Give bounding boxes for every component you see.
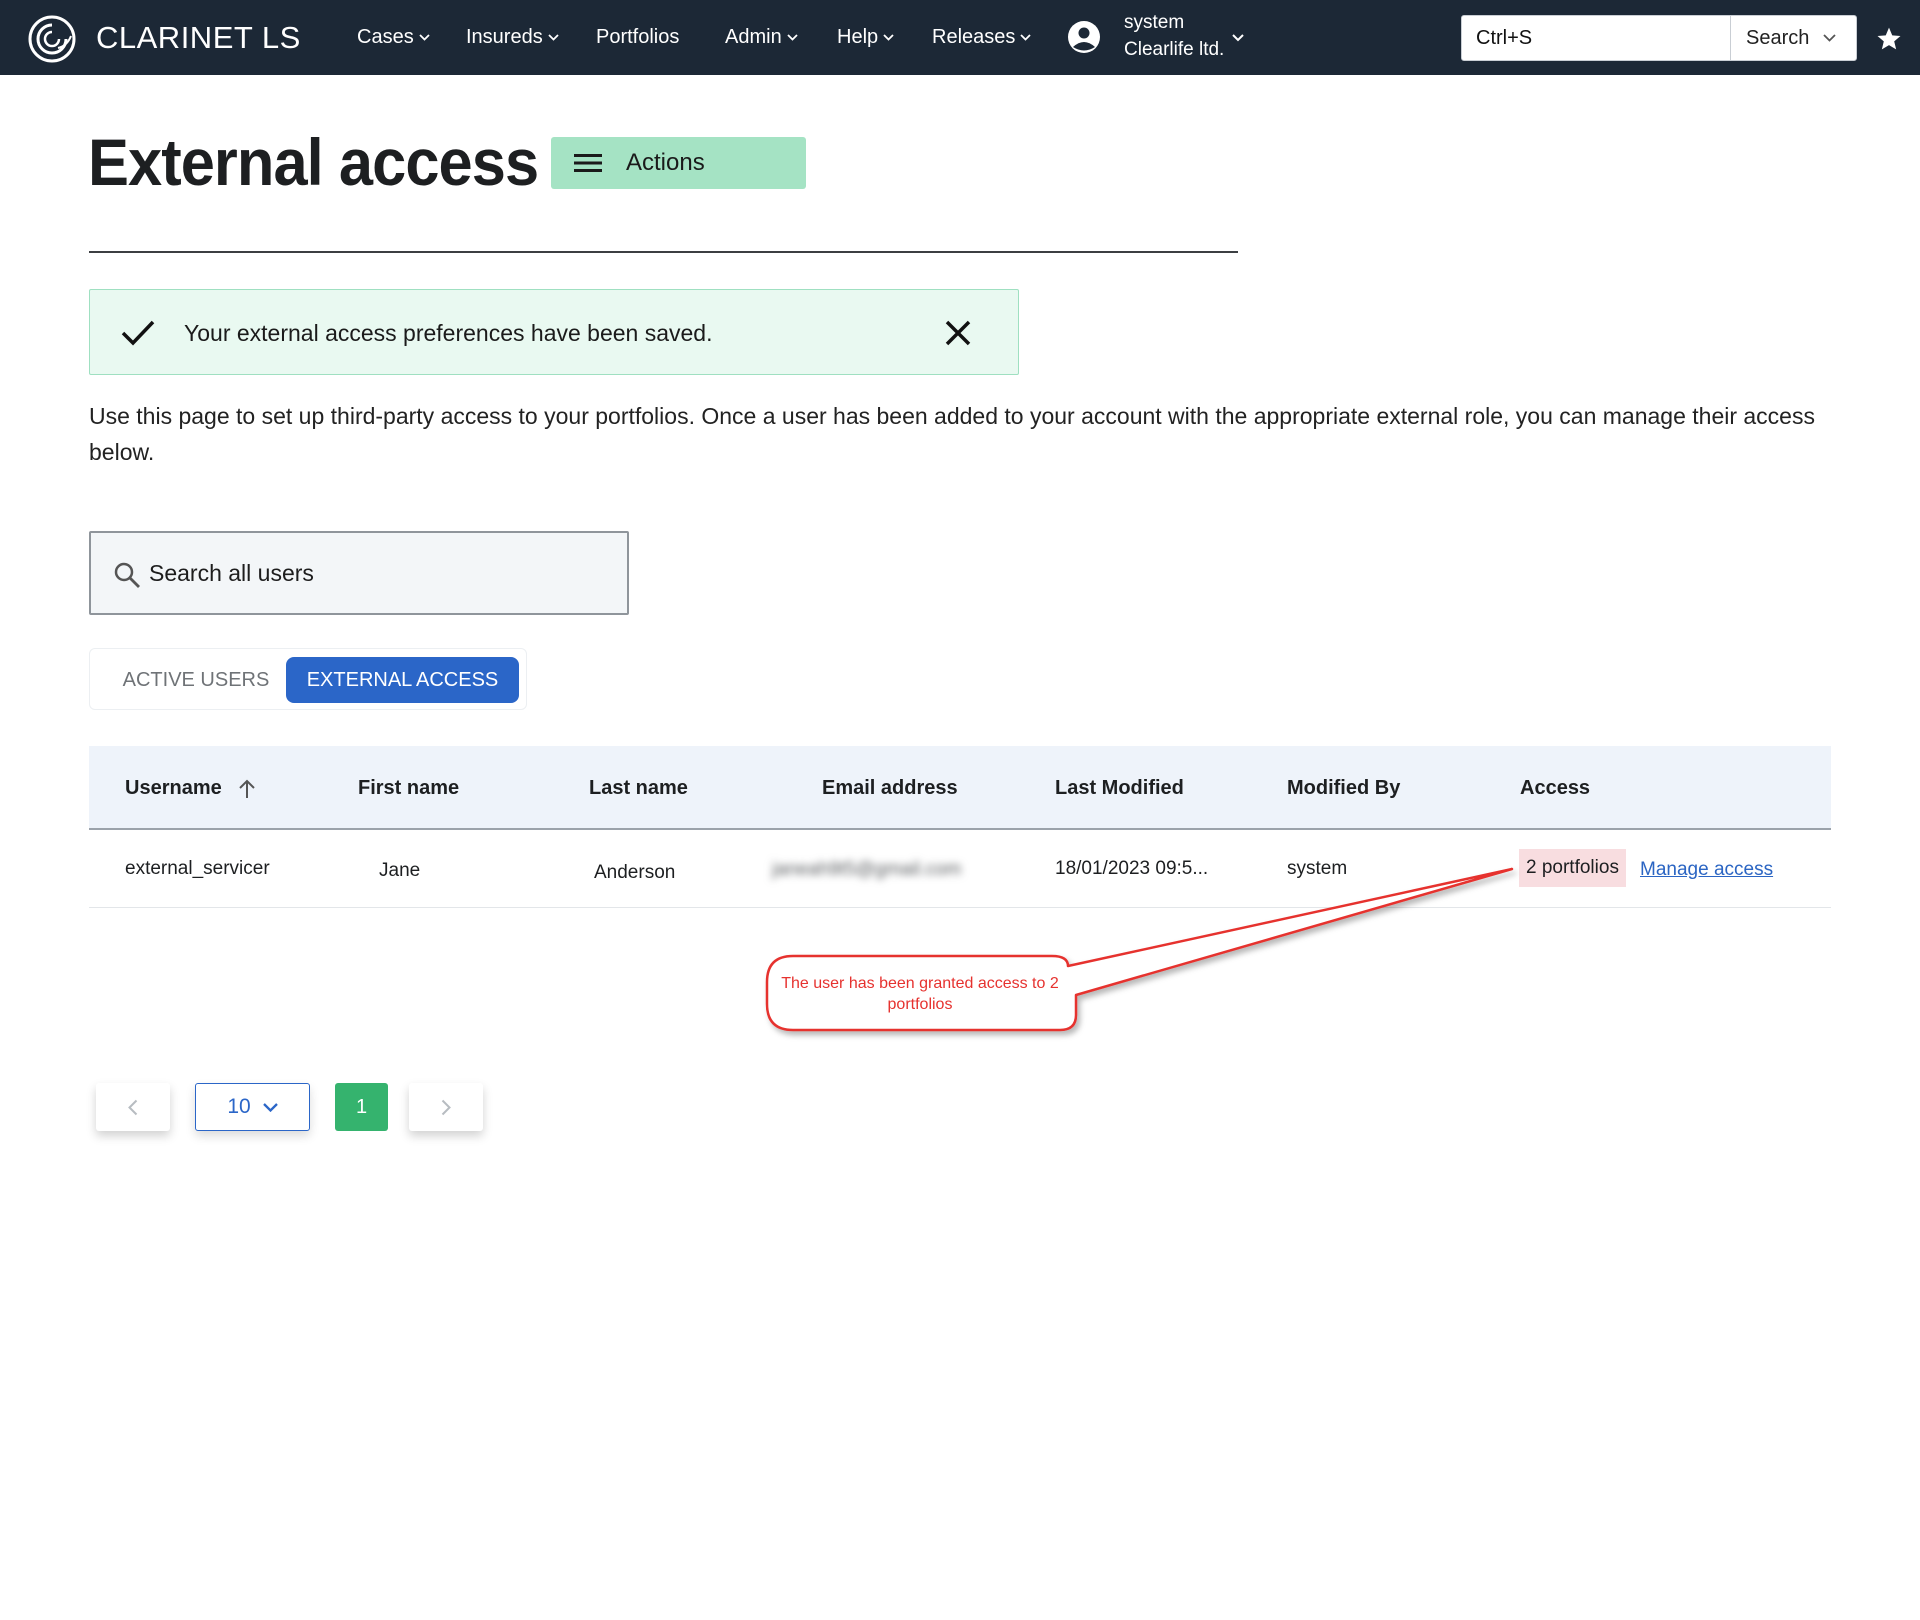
- nav-item-label: Cases: [357, 26, 414, 48]
- page-size-select[interactable]: 10: [195, 1083, 310, 1131]
- column-header-last-modified[interactable]: Last Modified: [1055, 777, 1184, 800]
- next-page-button[interactable]: [409, 1083, 483, 1131]
- tab-active-users[interactable]: ACTIVE USERS: [100, 657, 292, 703]
- nav-item-label: Portfolios: [596, 26, 680, 48]
- user-tabs: ACTIVE USERS EXTERNAL ACCESS: [89, 648, 527, 710]
- table-header: Username First name Last name Email addr…: [89, 746, 1831, 830]
- cell-email: janeah9t5@gmail.com: [772, 859, 962, 880]
- table-row: external_servicer Jane Anderson janeah9t…: [89, 830, 1831, 908]
- user-organization[interactable]: Clearlife ltd.: [1124, 39, 1224, 61]
- sort-ascending-icon[interactable]: [238, 779, 256, 799]
- global-search-input[interactable]: [1461, 15, 1731, 61]
- actions-button[interactable]: Actions: [551, 137, 806, 189]
- user-search-input[interactable]: [149, 533, 619, 613]
- nav-item-admin[interactable]: Admin: [725, 26, 798, 49]
- nav-item-insureds[interactable]: Insureds: [466, 26, 559, 49]
- chevron-right-icon: [441, 1099, 451, 1115]
- column-header-last-name[interactable]: Last name: [589, 777, 688, 800]
- chevron-down-icon: [883, 34, 894, 41]
- search-icon: [114, 562, 140, 588]
- page-1-button[interactable]: 1: [335, 1083, 388, 1131]
- chevron-left-icon: [128, 1099, 138, 1115]
- nav-item-label: Releases: [932, 26, 1016, 48]
- nav-item-portfolios[interactable]: Portfolios: [596, 26, 679, 49]
- alert-message: Your external access preferences have be…: [184, 320, 713, 346]
- column-header-first-name[interactable]: First name: [358, 777, 459, 800]
- page-size-value: 10: [227, 1095, 251, 1118]
- actions-button-label: Actions: [626, 149, 705, 176]
- nav-item-label: Insureds: [466, 26, 543, 48]
- column-header-email[interactable]: Email address: [822, 777, 958, 800]
- search-scope-label: Search: [1746, 26, 1810, 49]
- annotation-text: The user has been granted access to 2 po…: [781, 975, 1059, 1013]
- user-name[interactable]: system: [1124, 12, 1184, 34]
- chevron-down-icon: [419, 34, 430, 41]
- close-icon[interactable]: [943, 318, 973, 348]
- chevron-down-icon: [787, 34, 798, 41]
- nav-item-releases[interactable]: Releases: [932, 26, 1032, 49]
- cell-modified-by: system: [1287, 858, 1348, 879]
- nav-item-help[interactable]: Help: [837, 26, 894, 49]
- search-scope-dropdown[interactable]: Search: [1730, 15, 1857, 61]
- manage-access-link[interactable]: Manage access: [1640, 859, 1773, 881]
- column-header-label: Username: [125, 777, 222, 799]
- clarinet-logo-icon[interactable]: [27, 14, 77, 64]
- user-search-box[interactable]: [89, 531, 629, 615]
- menu-icon: [574, 154, 602, 172]
- column-header-username[interactable]: Username: [125, 777, 256, 800]
- star-icon[interactable]: [1876, 26, 1902, 52]
- top-navigation-bar: CLARINET LS Cases Insureds Portfolios Ad…: [0, 0, 1920, 75]
- cell-first-name: Jane: [379, 860, 421, 881]
- chevron-down-icon: [262, 1102, 278, 1112]
- cell-last-modified: 18/01/2023 09:5...: [1055, 858, 1209, 879]
- column-header-access[interactable]: Access: [1520, 777, 1590, 800]
- intro-text: Use this page to set up third-party acce…: [89, 403, 1815, 465]
- account-circle-icon[interactable]: [1067, 20, 1101, 54]
- nav-item-label: Admin: [725, 26, 782, 48]
- previous-page-button[interactable]: [96, 1083, 170, 1131]
- tab-external-access[interactable]: EXTERNAL ACCESS: [286, 657, 519, 703]
- nav-item-label: Help: [837, 26, 879, 48]
- success-alert: Your external access preferences have be…: [89, 289, 1019, 375]
- chevron-down-icon: [1020, 34, 1032, 41]
- cell-username: external_servicer: [125, 858, 270, 879]
- chevron-down-icon: [1823, 34, 1837, 42]
- nav-item-cases[interactable]: Cases: [357, 26, 430, 49]
- access-count-badge: 2 portfolios: [1519, 849, 1626, 887]
- chevron-down-icon: [548, 34, 559, 41]
- column-header-modified-by[interactable]: Modified By: [1287, 777, 1400, 800]
- chevron-down-icon[interactable]: [1232, 34, 1244, 42]
- title-divider: [89, 251, 1238, 253]
- page-title: External access: [88, 125, 539, 199]
- cell-last-name: Anderson: [594, 862, 676, 883]
- checkmark-icon: [121, 320, 155, 346]
- app-brand-name[interactable]: CLARINET LS: [96, 20, 301, 56]
